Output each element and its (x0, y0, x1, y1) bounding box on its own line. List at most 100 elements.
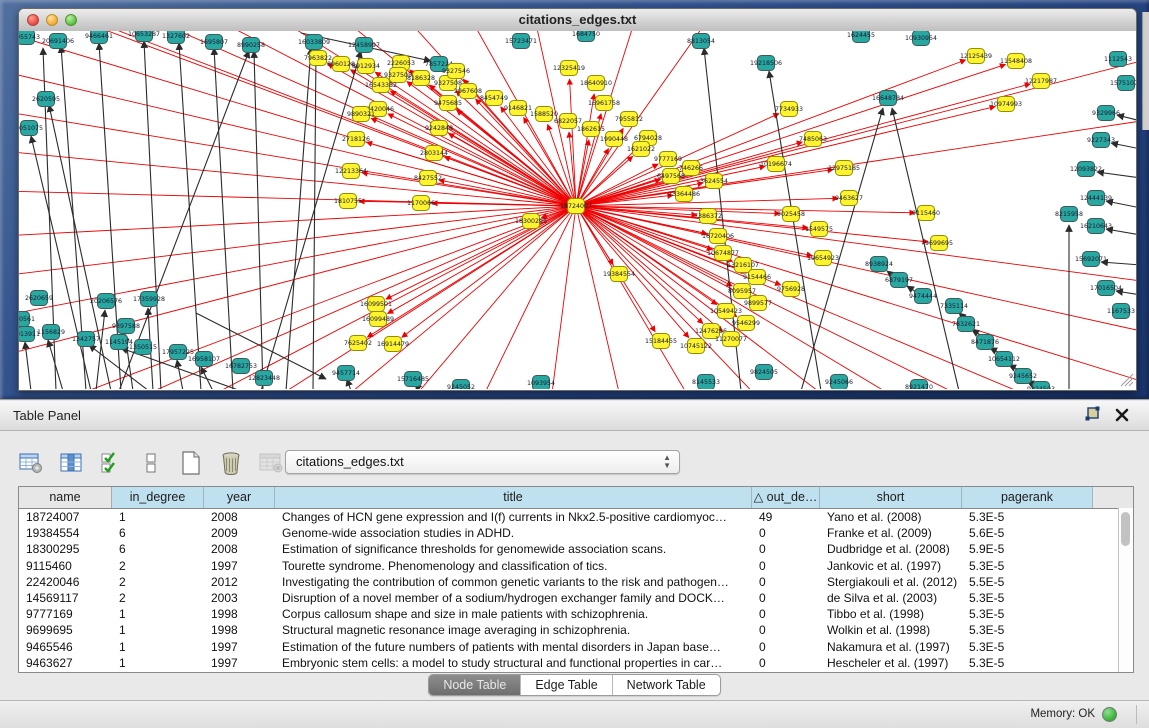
column-header-out_de[interactable]: △ out_de… (752, 487, 820, 508)
cell-short[interactable]: Stergiakouli et al. (2012) (820, 574, 962, 590)
column-header-year[interactable]: year (204, 487, 275, 508)
cell-title[interactable]: Estimation of significance thresholds fo… (275, 541, 752, 557)
cell-title[interactable]: Changes of HCN gene expression and I(f) … (275, 509, 752, 525)
cell-year[interactable]: 1997 (204, 639, 275, 655)
cell-out_de[interactable]: 0 (752, 655, 820, 671)
table-row[interactable]: 1830029562008Estimation of significance … (19, 541, 1133, 557)
cell-out_de[interactable]: 0 (752, 574, 820, 590)
column-header-title[interactable]: title (275, 487, 752, 508)
table-row[interactable]: 969969511998Structural magnetic resonanc… (19, 622, 1133, 638)
cell-in_degree[interactable]: 1 (112, 606, 204, 622)
cell-title[interactable]: Estimation of the future numbers of pati… (275, 639, 752, 655)
cell-pagerank[interactable]: 5.9E-5 (962, 541, 1093, 557)
cell-pagerank[interactable]: 5.6E-5 (962, 525, 1093, 541)
cell-name[interactable]: 19384554 (19, 525, 112, 541)
cell-year[interactable]: 1998 (204, 622, 275, 638)
cell-title[interactable]: Disruption of a novel member of a sodium… (275, 590, 752, 606)
cell-name[interactable]: 14569117 (19, 590, 112, 606)
cell-in_degree[interactable]: 6 (112, 525, 204, 541)
cell-out_de[interactable]: 0 (752, 525, 820, 541)
cell-short[interactable]: Jankovic et al. (1997) (820, 558, 962, 574)
tab-node-table[interactable]: Node Table (429, 675, 521, 695)
cell-out_de[interactable]: 0 (752, 639, 820, 655)
network-window-titlebar[interactable]: citations_edges.txt (19, 9, 1136, 32)
cell-out_de[interactable]: 0 (752, 622, 820, 638)
cell-name[interactable]: 9699695 (19, 622, 112, 638)
table-row[interactable]: 1456911722003Disruption of a novel membe… (19, 590, 1133, 606)
cell-short[interactable]: Nakamura et al. (1997) (820, 639, 962, 655)
column-header-in_degree[interactable]: in_degree (112, 487, 204, 508)
new-column-button[interactable] (178, 450, 204, 476)
cell-short[interactable]: de Silva et al. (2003) (820, 590, 962, 606)
select-rows-button[interactable] (98, 450, 124, 476)
cell-name[interactable]: 18300295 (19, 541, 112, 557)
cell-title[interactable]: Investigating the contribution of common… (275, 574, 752, 590)
cell-pagerank[interactable]: 5.3E-5 (962, 622, 1093, 638)
row-height-button[interactable] (138, 450, 164, 476)
cell-pagerank[interactable]: 5.5E-5 (962, 574, 1093, 590)
cell-name[interactable]: 9465546 (19, 639, 112, 655)
cell-out_de[interactable]: 49 (752, 509, 820, 525)
cell-in_degree[interactable]: 1 (112, 655, 204, 671)
cell-short[interactable]: Yano et al. (2008) (820, 509, 962, 525)
cell-pagerank[interactable]: 5.3E-5 (962, 509, 1093, 525)
cell-in_degree[interactable]: 6 (112, 541, 204, 557)
cell-pagerank[interactable]: 5.3E-5 (962, 590, 1093, 606)
cell-title[interactable]: Corpus callosum shape and size in male p… (275, 606, 752, 622)
cell-out_de[interactable]: 0 (752, 558, 820, 574)
cell-pagerank[interactable]: 5.3E-5 (962, 655, 1093, 671)
table-row[interactable]: 1872400712008Changes of HCN gene express… (19, 509, 1133, 525)
cell-year[interactable]: 2003 (204, 590, 275, 606)
cell-name[interactable]: 9777169 (19, 606, 112, 622)
table-row[interactable]: 946362711997Embryonic stem cells: a mode… (19, 655, 1133, 671)
float-panel-icon[interactable] (1084, 406, 1101, 423)
cell-year[interactable]: 1998 (204, 606, 275, 622)
cell-in_degree[interactable]: 1 (112, 639, 204, 655)
table-row[interactable]: 2242004622012Investigating the contribut… (19, 574, 1133, 590)
cell-in_degree[interactable]: 2 (112, 558, 204, 574)
cell-year[interactable]: 2008 (204, 509, 275, 525)
cell-in_degree[interactable]: 1 (112, 509, 204, 525)
tab-network-table[interactable]: Network Table (613, 675, 720, 695)
cell-short[interactable]: Wolkin et al. (1998) (820, 622, 962, 638)
cell-year[interactable]: 2008 (204, 541, 275, 557)
table-row[interactable]: 977716911998Corpus callosum shape and si… (19, 606, 1133, 622)
resize-grip[interactable] (1118, 371, 1134, 387)
cell-short[interactable]: Tibbo et al. (1998) (820, 606, 962, 622)
cell-short[interactable]: Franke et al. (2009) (820, 525, 962, 541)
delete-column-button[interactable] (218, 450, 244, 476)
cell-in_degree[interactable]: 1 (112, 622, 204, 638)
column-visibility-button[interactable] (58, 450, 84, 476)
column-header-pagerank[interactable]: pagerank (962, 487, 1093, 508)
cell-name[interactable]: 9115460 (19, 558, 112, 574)
scrollbar-thumb[interactable] (1121, 512, 1130, 546)
cell-pagerank[interactable]: 5.3E-5 (962, 558, 1093, 574)
cell-out_de[interactable]: 0 (752, 606, 820, 622)
cell-title[interactable]: Tourette syndrome. Phenomenology and cla… (275, 558, 752, 574)
cell-short[interactable]: Hescheler et al. (1997) (820, 655, 962, 671)
table-scrollbar[interactable] (1118, 508, 1133, 672)
cell-name[interactable]: 9463627 (19, 655, 112, 671)
cell-title[interactable]: Genome-wide association studies in ADHD. (275, 525, 752, 541)
table-row[interactable]: 1938455462009Genome-wide association stu… (19, 525, 1133, 541)
cell-short[interactable]: Dudbridge et al. (2008) (820, 541, 962, 557)
table-selector-dropdown[interactable]: citations_edges.txt ▲▼ (285, 450, 680, 474)
cell-year[interactable]: 1997 (204, 558, 275, 574)
cell-in_degree[interactable]: 2 (112, 590, 204, 606)
table-row[interactable]: 946554611997Estimation of the future num… (19, 639, 1133, 655)
column-header-short[interactable]: short (820, 487, 962, 508)
cell-year[interactable]: 1997 (204, 655, 275, 671)
cell-title[interactable]: Structural magnetic resonance image aver… (275, 622, 752, 638)
cell-out_de[interactable]: 0 (752, 590, 820, 606)
import-table-button[interactable] (258, 450, 284, 476)
cell-out_de[interactable]: 0 (752, 541, 820, 557)
tab-edge-table[interactable]: Edge Table (521, 675, 612, 695)
memory-ok-indicator[interactable] (1102, 707, 1117, 722)
cell-year[interactable]: 2012 (204, 574, 275, 590)
column-header-name[interactable]: name (19, 487, 112, 508)
table-settings-button[interactable] (18, 450, 44, 476)
cell-pagerank[interactable]: 5.3E-5 (962, 606, 1093, 622)
cell-year[interactable]: 2009 (204, 525, 275, 541)
cell-name[interactable]: 18724007 (19, 509, 112, 525)
network-canvas[interactable]: 1055743206914069466461106532871327602169… (19, 31, 1136, 389)
